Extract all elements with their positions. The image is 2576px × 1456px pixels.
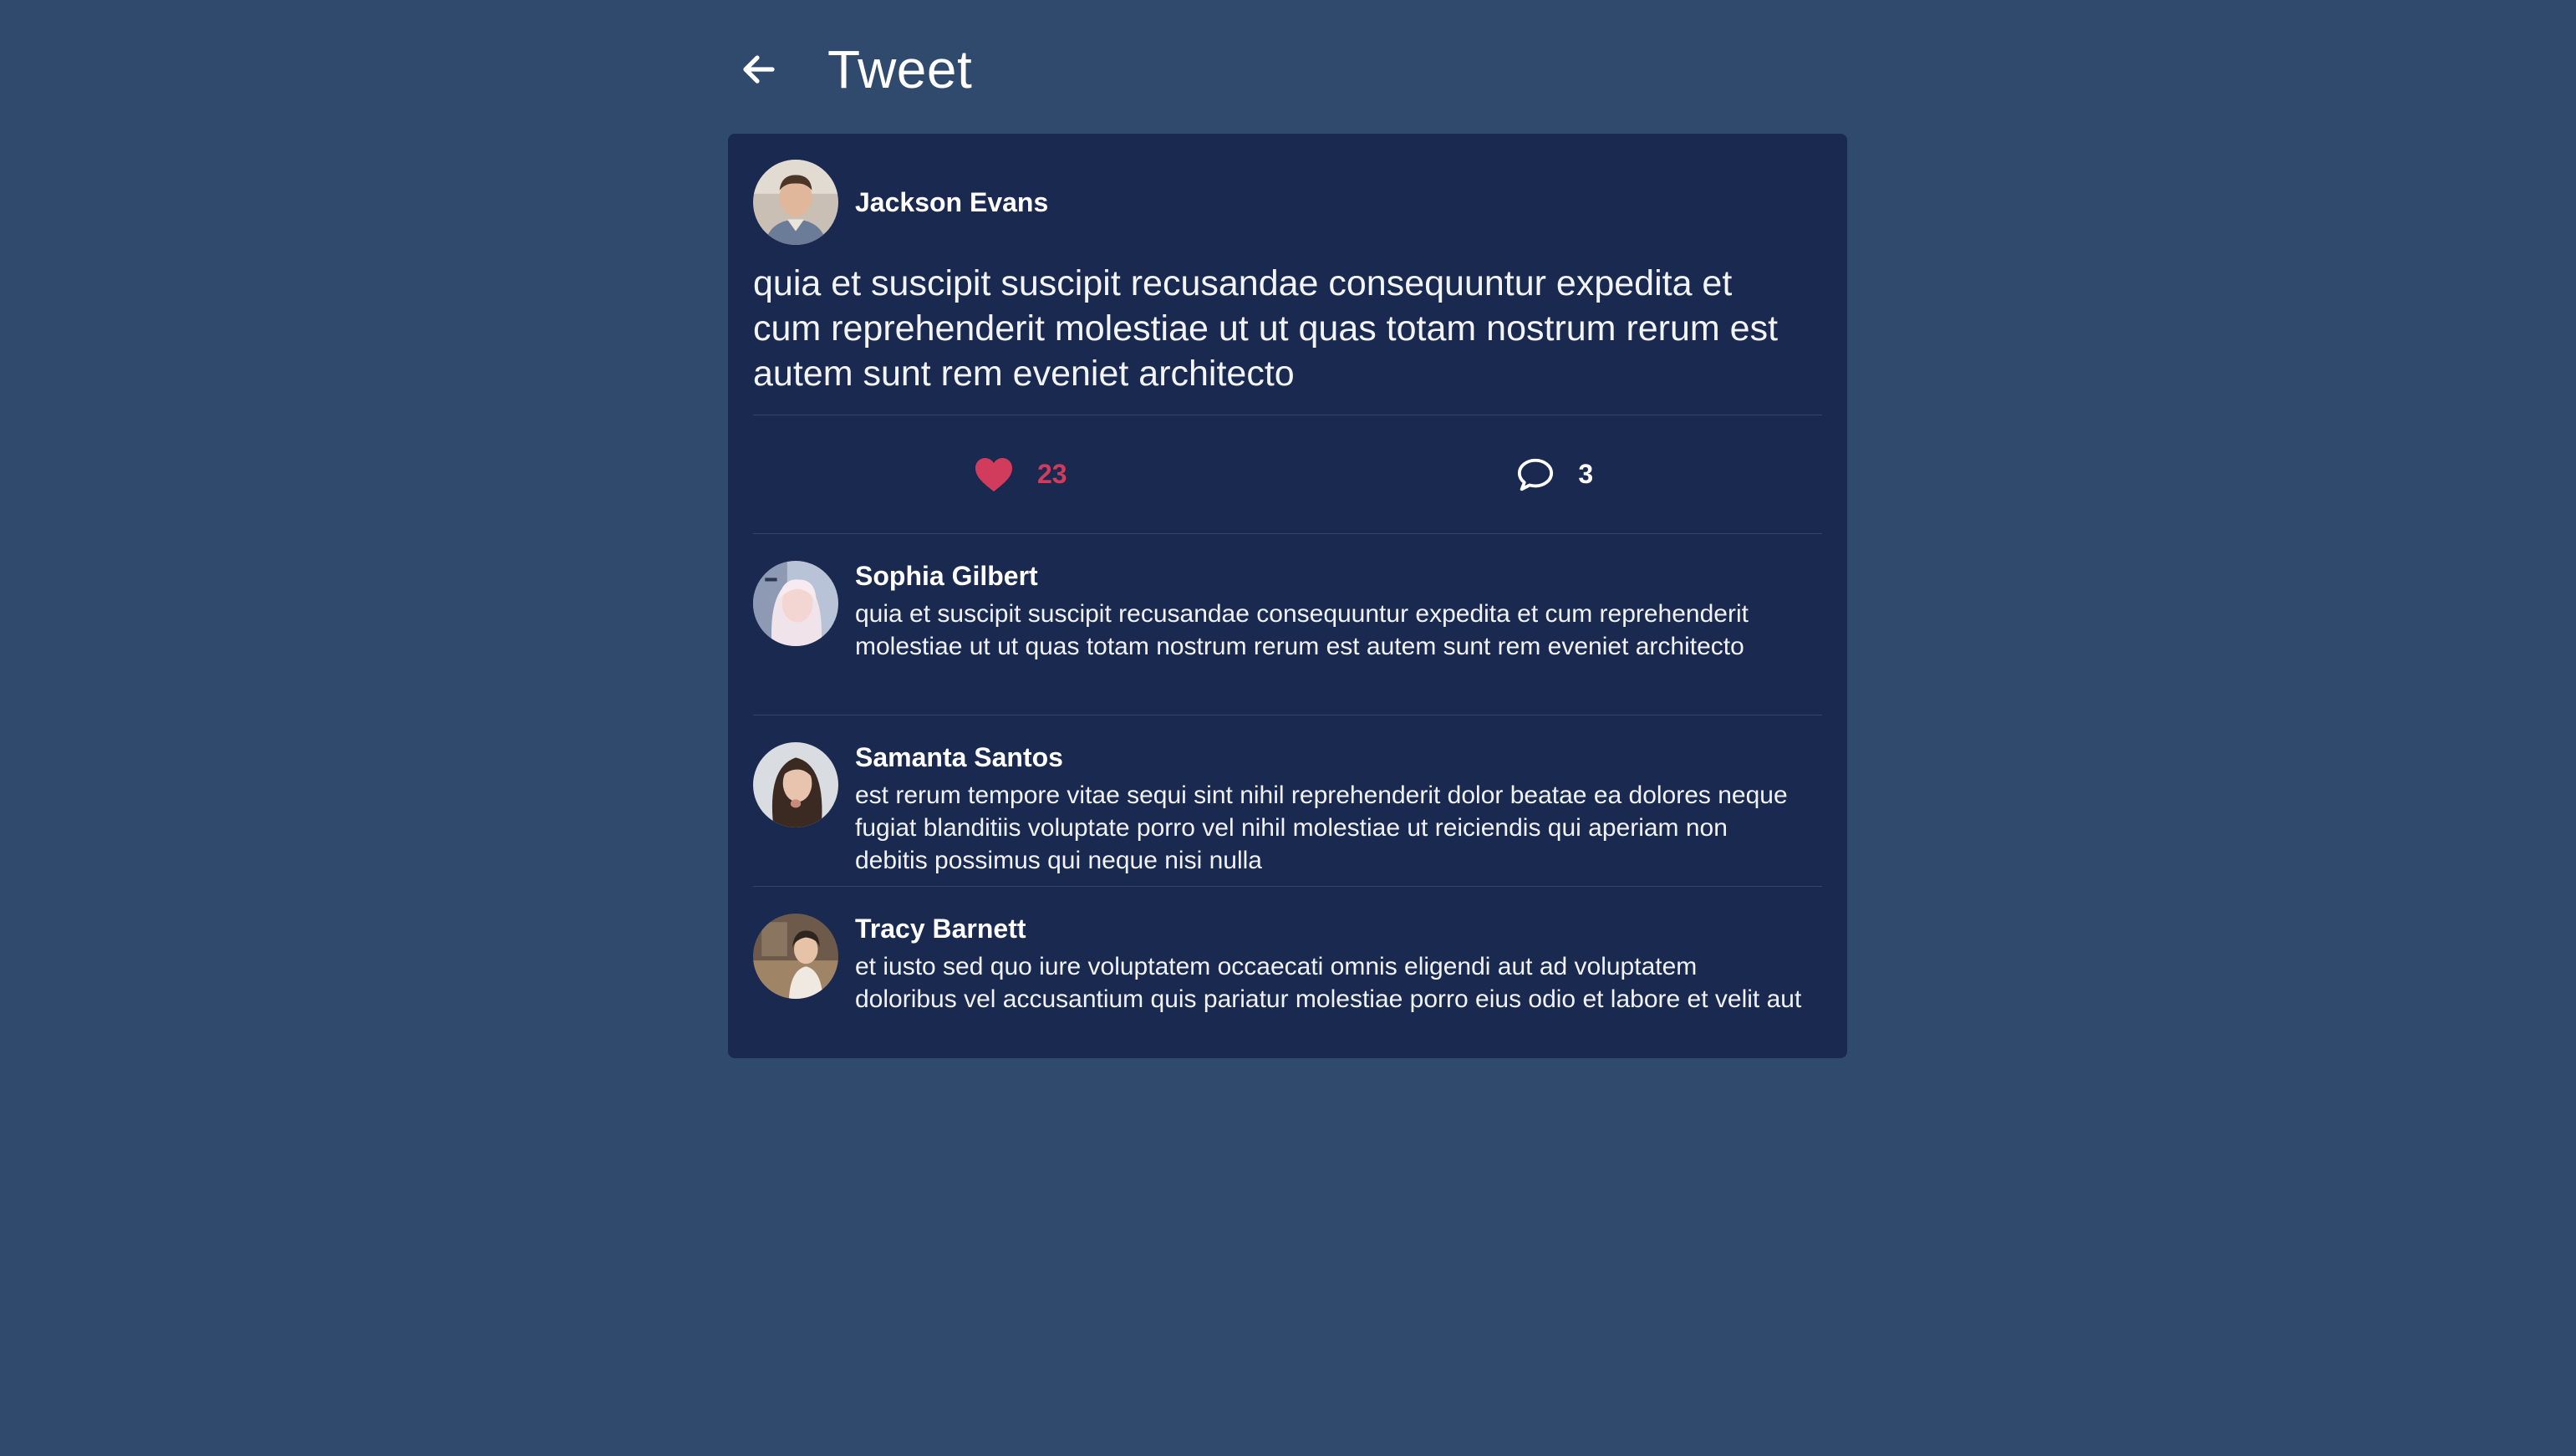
reply-author-name[interactable]: Tracy Barnett: [855, 912, 1805, 945]
page-title: Tweet: [827, 39, 973, 99]
reply-author-name[interactable]: Samanta Santos: [855, 741, 1805, 774]
tweet-text: quia et suscipit suscipit recusandae con…: [753, 263, 1779, 394]
page-header: Tweet: [729, 33, 972, 105]
reply-content: Tracy Barnett et iusto sed quo iure volu…: [855, 912, 1822, 1062]
comment-button[interactable]: 3: [1288, 456, 1823, 493]
reply-item: Samanta Santos est rerum tempore vitae s…: [753, 715, 1822, 886]
reply-content: Samanta Santos est rerum tempore vitae s…: [855, 741, 1822, 886]
tweet-author-name[interactable]: Jackson Evans: [855, 187, 1048, 218]
reply-item: Sophia Gilbert quia et suscipit suscipit…: [753, 534, 1822, 715]
arrow-left-icon: [743, 55, 775, 84]
reply-text: quia et suscipit suscipit recusandae con…: [855, 600, 1749, 660]
like-count: 23: [1036, 459, 1067, 489]
reply-text: et iusto sed quo iure voluptatem occaeca…: [855, 953, 1802, 1013]
back-button[interactable]: [729, 39, 789, 99]
tweet-author-row: Jackson Evans: [753, 159, 1822, 246]
avatar[interactable]: [753, 742, 838, 827]
avatar[interactable]: [753, 561, 838, 646]
reply-avatar-image: [753, 914, 838, 999]
author-avatar-image: [753, 160, 838, 245]
tweet-actions: 23 3: [753, 415, 1822, 533]
reply-item: Tracy Barnett et iusto sed quo iure volu…: [753, 887, 1822, 1062]
reply-avatar-image: [753, 561, 838, 646]
comment-count: 3: [1578, 459, 1594, 489]
reply-text: est rerum tempore vitae sequi sint nihil…: [855, 781, 1788, 874]
speech-bubble-icon: [1518, 458, 1554, 491]
heart-icon: [975, 457, 1012, 491]
avatar[interactable]: [753, 160, 838, 245]
avatar[interactable]: [753, 914, 838, 999]
reply-avatar-image: [753, 742, 838, 827]
reply-content: Sophia Gilbert quia et suscipit suscipit…: [855, 559, 1822, 715]
reply-author-name[interactable]: Sophia Gilbert: [855, 559, 1805, 593]
like-button[interactable]: 23: [753, 456, 1288, 493]
tweet-card: Jackson Evans quia et suscipit suscipit …: [728, 134, 1847, 1058]
